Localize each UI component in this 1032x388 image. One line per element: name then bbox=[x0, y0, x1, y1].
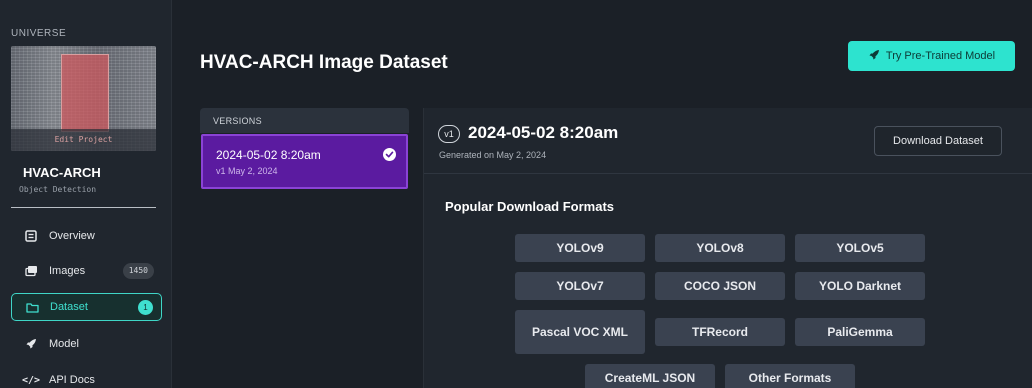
edit-project-link[interactable]: Edit Project bbox=[11, 129, 156, 151]
thumbnail-annotation-box bbox=[61, 54, 109, 132]
images-count-badge: 1450 bbox=[122, 263, 154, 279]
download-dataset-button[interactable]: Download Dataset bbox=[874, 126, 1002, 156]
sidebar-item-label: Dataset bbox=[50, 301, 88, 313]
format-button-tfrecord[interactable]: TFRecord bbox=[655, 318, 785, 346]
rocket-icon bbox=[23, 337, 39, 351]
dataset-count-badge: 1 bbox=[138, 300, 153, 315]
version-subtitle: v1 May 2, 2024 bbox=[216, 166, 278, 176]
format-button-paligemma[interactable]: PaliGemma bbox=[795, 318, 925, 346]
versions-panel: VERSIONS 2024-05-02 8:20am v1 May 2, 202… bbox=[200, 108, 409, 388]
overview-icon bbox=[23, 229, 39, 243]
sidebar-item-dataset[interactable]: Dataset 1 bbox=[11, 293, 162, 321]
format-button-yolov8[interactable]: YOLOv8 bbox=[655, 234, 785, 262]
project-type: Object Detection bbox=[19, 185, 97, 194]
sidebar-item-label: Images bbox=[49, 265, 86, 277]
rocket-icon bbox=[868, 49, 880, 64]
check-icon bbox=[383, 148, 396, 161]
sidebar-item-images[interactable]: Images 1450 bbox=[11, 257, 162, 285]
sidebar-item-model[interactable]: Model bbox=[11, 330, 162, 358]
try-button-label: Try Pre-Trained Model bbox=[885, 50, 996, 62]
version-title: 2024-05-02 8:20am bbox=[216, 148, 321, 162]
try-pretrained-model-button[interactable]: Try Pre-Trained Model bbox=[848, 41, 1015, 71]
sidebar-item-label: Model bbox=[49, 338, 79, 350]
sidebar: UNIVERSE Edit Project HVAC-ARCH Object D… bbox=[0, 0, 172, 388]
folder-icon bbox=[24, 300, 40, 314]
brand-label: UNIVERSE bbox=[11, 28, 67, 39]
version-detail-panel: v1 2024-05-02 8:20am Generated on May 2,… bbox=[423, 108, 1032, 388]
format-button-other-formats[interactable]: Other Formats bbox=[725, 364, 855, 388]
sidebar-item-api-docs[interactable]: </> API Docs bbox=[11, 366, 162, 388]
version-detail-header: v1 2024-05-02 8:20am Generated on May 2,… bbox=[424, 108, 1032, 174]
code-icon: </> bbox=[21, 374, 41, 386]
version-badge: v1 bbox=[438, 125, 460, 143]
formats-title: Popular Download Formats bbox=[445, 199, 615, 214]
sidebar-item-label: Overview bbox=[49, 230, 95, 242]
version-detail-title: 2024-05-02 8:20am bbox=[468, 123, 619, 142]
format-button-yolov9[interactable]: YOLOv9 bbox=[515, 234, 645, 262]
page-title: HVAC-ARCH Image Dataset bbox=[200, 52, 448, 73]
project-thumbnail[interactable]: Edit Project bbox=[11, 46, 156, 151]
version-item[interactable]: 2024-05-02 8:20am v1 May 2, 2024 bbox=[201, 134, 408, 189]
sidebar-divider bbox=[11, 207, 156, 208]
versions-heading: VERSIONS bbox=[200, 108, 409, 133]
project-name: HVAC-ARCH bbox=[23, 165, 101, 180]
format-button-yolo-darknet[interactable]: YOLO Darknet bbox=[795, 272, 925, 300]
format-button-pascal-voc-xml[interactable]: Pascal VOC XML bbox=[515, 310, 645, 354]
format-button-yolov7[interactable]: YOLOv7 bbox=[515, 272, 645, 300]
generated-date: Generated on May 2, 2024 bbox=[439, 150, 547, 160]
sidebar-item-label: API Docs bbox=[49, 374, 95, 386]
format-button-yolov5[interactable]: YOLOv5 bbox=[795, 234, 925, 262]
format-button-createml-json[interactable]: CreateML JSON bbox=[585, 364, 715, 388]
sidebar-item-overview[interactable]: Overview bbox=[11, 222, 162, 250]
format-button-coco-json[interactable]: COCO JSON bbox=[655, 272, 785, 300]
images-icon bbox=[23, 264, 39, 278]
